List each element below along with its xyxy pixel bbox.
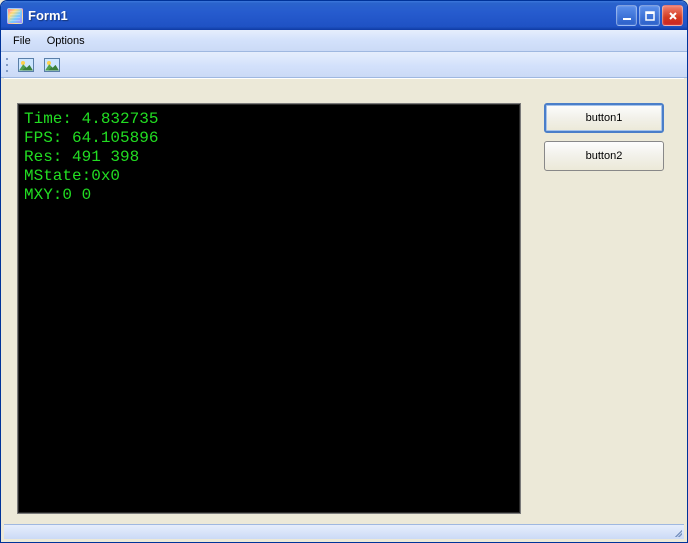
picture-icon [44,58,60,72]
toolbar-button-2[interactable] [41,54,63,76]
button1[interactable]: button1 [544,103,664,133]
menubar: File Options [1,30,687,52]
toolbar-button-1[interactable] [15,54,37,76]
stat-res: Res: 491 398 [24,148,139,166]
picture-icon [18,58,34,72]
client-area: Time: 4.832735 FPS: 64.105896 Res: 491 3… [4,78,684,539]
statusbar [4,524,684,539]
menu-options[interactable]: Options [39,33,93,49]
minimize-icon [622,11,632,21]
render-viewport[interactable]: Time: 4.832735 FPS: 64.105896 Res: 491 3… [17,103,521,514]
toolbar [1,52,687,78]
overlay-text: Time: 4.832735 FPS: 64.105896 Res: 491 3… [24,110,514,507]
app-window: Form1 File Options Time: 4.832735 FPS: 6… [0,0,688,543]
stat-time: Time: 4.832735 [24,110,158,128]
maximize-button[interactable] [639,5,660,26]
stat-fps: FPS: 64.105896 [24,129,158,147]
toolbar-grip [5,56,11,74]
maximize-icon [645,11,655,21]
minimize-button[interactable] [616,5,637,26]
close-icon [668,11,678,21]
app-icon [7,8,23,24]
window-buttons [616,5,683,26]
menu-file[interactable]: File [5,33,39,49]
window-title: Form1 [28,8,616,23]
resize-grip-icon[interactable] [670,525,682,537]
button2[interactable]: button2 [544,141,664,171]
stat-mxy: MXY:0 0 [24,186,91,204]
stat-mstate: MState:0x0 [24,167,120,185]
titlebar[interactable]: Form1 [1,1,687,30]
close-button[interactable] [662,5,683,26]
